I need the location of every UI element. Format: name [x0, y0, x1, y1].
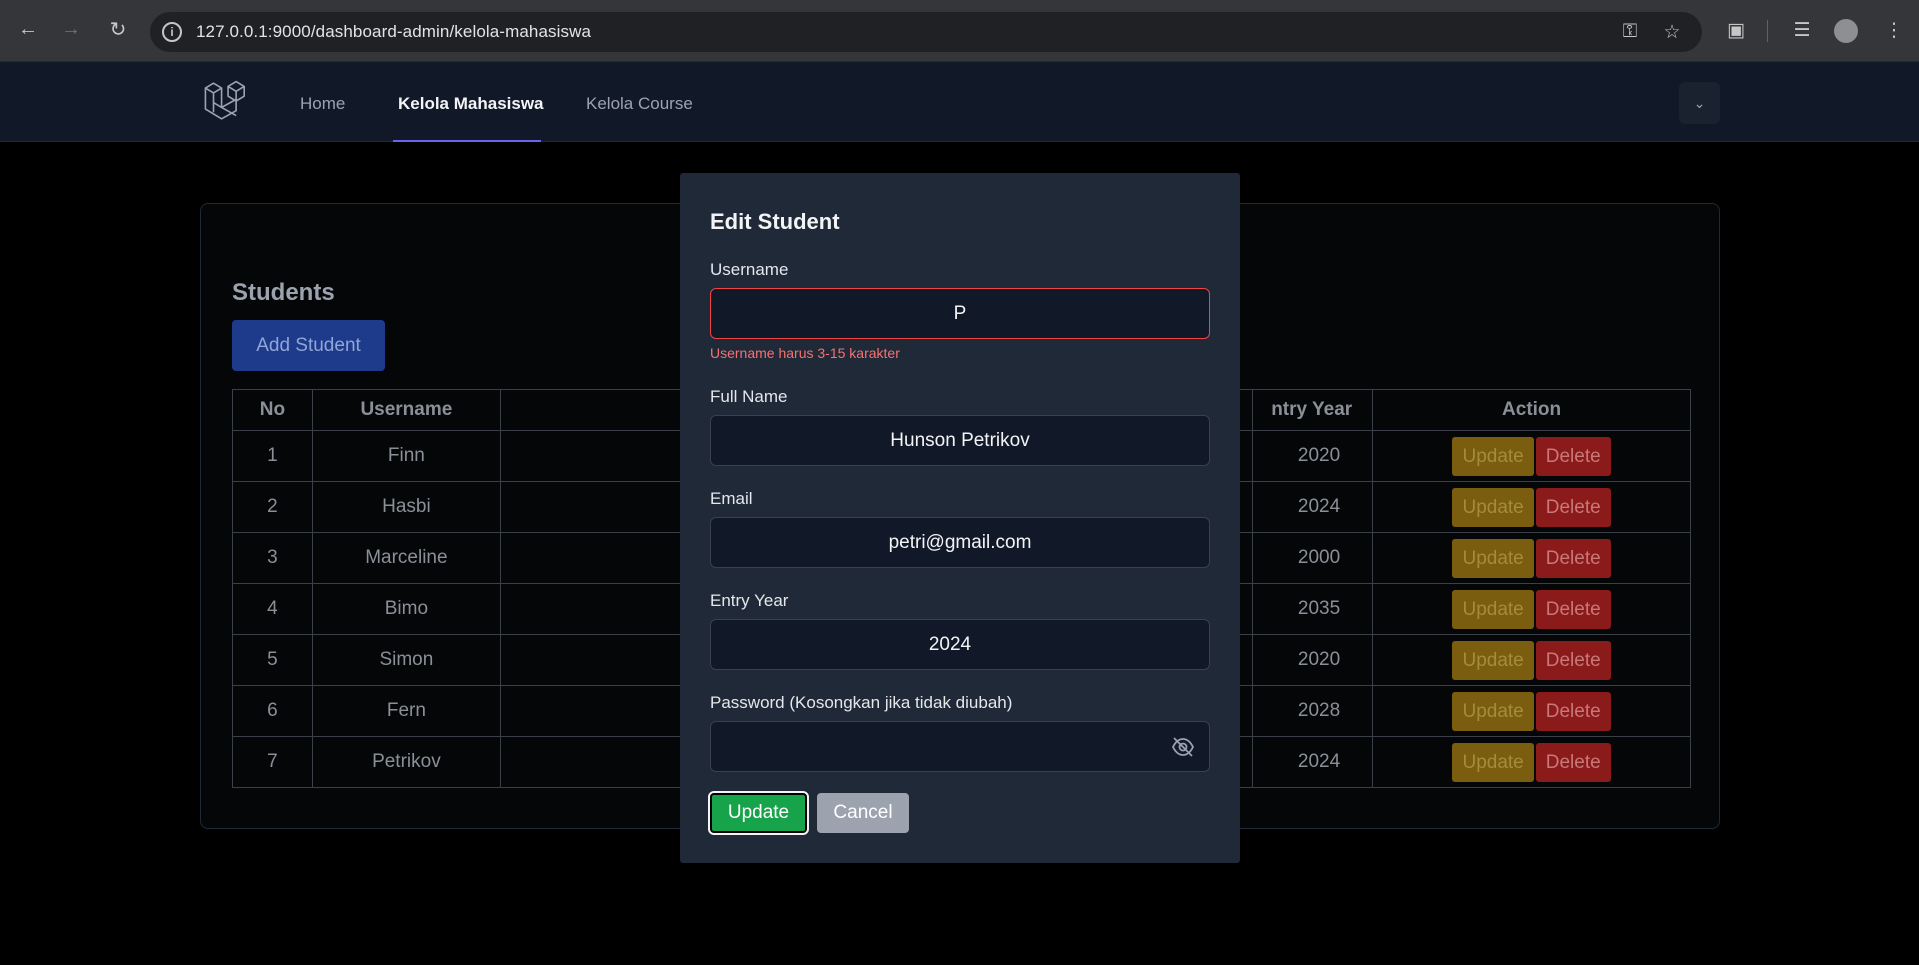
profile-avatar[interactable]: [1834, 19, 1858, 43]
row-update-button[interactable]: Update: [1452, 538, 1534, 578]
email-label: Email: [710, 489, 753, 508]
full-name-value: Hunson Petrikov: [890, 429, 1030, 451]
site-info-icon[interactable]: i: [162, 22, 182, 42]
cell-action: Update Delete: [1372, 532, 1691, 584]
col-entry-year: ntry Year: [1252, 389, 1374, 431]
laravel-logo-icon[interactable]: [203, 80, 245, 122]
url-text[interactable]: 127.0.0.1:9000/dashboard-admin/kelola-ma…: [196, 22, 591, 42]
full-name-field[interactable]: Hunson Petrikov: [710, 415, 1210, 466]
nav-home[interactable]: Home: [300, 94, 345, 114]
reload-icon[interactable]: ↻: [103, 14, 133, 44]
cell-no: 1: [232, 430, 313, 482]
browser-toolbar: ← → ↻ i 127.0.0.1:9000/dashboard-admin/k…: [0, 0, 1919, 62]
cell-username: Finn: [311, 430, 501, 482]
cell-entry-year: 2035: [1252, 583, 1374, 635]
cell-username: Fern: [311, 685, 501, 737]
cell-action: Update Delete: [1372, 634, 1691, 686]
row-delete-button[interactable]: Delete: [1535, 589, 1611, 629]
back-icon[interactable]: ←: [13, 14, 43, 44]
username-value: P: [953, 302, 967, 324]
cell-entry-year: 2024: [1252, 736, 1374, 788]
cell-username: Marceline: [311, 532, 501, 584]
cell-username: Simon: [311, 634, 501, 686]
username-field[interactable]: P: [710, 288, 1210, 339]
row-update-button[interactable]: Update: [1452, 487, 1534, 527]
cell-no: 3: [232, 532, 313, 584]
cell-no: 4: [232, 583, 313, 635]
col-no: No: [232, 389, 313, 431]
app-navbar: Home Kelola Mahasiswa Kelola Course: [0, 62, 1919, 142]
menu-kebab-icon[interactable]: ⋮: [1880, 16, 1908, 44]
password-key-icon[interactable]: ⚿: [1618, 20, 1642, 44]
cell-action: Update Delete: [1372, 583, 1691, 635]
cell-no: 6: [232, 685, 313, 737]
extensions-icon[interactable]: ▣: [1722, 16, 1750, 44]
cell-username: Bimo: [311, 583, 501, 635]
toolbar-divider: [1767, 20, 1768, 42]
entry-year-value: 2024: [928, 633, 972, 655]
entry-year-label: Entry Year: [710, 591, 789, 610]
email-field[interactable]: petri@gmail.com: [710, 517, 1210, 568]
row-delete-button[interactable]: Delete: [1535, 538, 1611, 578]
row-delete-button[interactable]: Delete: [1535, 487, 1611, 527]
nav-kelola-course[interactable]: Kelola Course: [586, 94, 693, 114]
row-delete-button[interactable]: Delete: [1535, 742, 1611, 782]
cell-username: Petrikov: [311, 736, 501, 788]
password-label: Password (Kosongkan jika tidak diubah): [710, 693, 1013, 712]
row-update-button[interactable]: Update: [1452, 742, 1534, 782]
cell-entry-year: 2020: [1252, 634, 1374, 686]
cell-action: Update Delete: [1372, 736, 1691, 788]
cell-username: Hasbi: [311, 481, 501, 533]
edit-student-modal: Edit Student Username P Username harus 3…: [680, 173, 1240, 863]
address-bar[interactable]: i 127.0.0.1:9000/dashboard-admin/kelola-…: [150, 12, 1702, 52]
cancel-button[interactable]: Cancel: [817, 793, 909, 833]
eye-slash-icon[interactable]: [1171, 736, 1195, 758]
students-title: Students: [232, 279, 335, 306]
cell-no: 5: [232, 634, 313, 686]
row-delete-button[interactable]: Delete: [1535, 640, 1611, 680]
row-update-button[interactable]: Update: [1452, 589, 1534, 629]
cell-action: Update Delete: [1372, 685, 1691, 737]
row-delete-button[interactable]: Delete: [1535, 436, 1611, 476]
update-button[interactable]: Update: [708, 791, 809, 835]
username-label: Username: [710, 260, 789, 279]
password-field[interactable]: [710, 721, 1210, 772]
cell-no: 2: [232, 481, 313, 533]
cell-entry-year: 2000: [1252, 532, 1374, 584]
col-username: Username: [311, 389, 501, 431]
nav-kelola-mahasiswa[interactable]: Kelola Mahasiswa: [398, 94, 544, 114]
entry-year-field[interactable]: 2024: [710, 619, 1210, 670]
row-update-button[interactable]: Update: [1452, 640, 1534, 680]
add-student-button[interactable]: Add Student: [232, 320, 385, 371]
active-nav-indicator: [393, 140, 541, 142]
cell-action: Update Delete: [1372, 430, 1691, 482]
cell-entry-year: 2028: [1252, 685, 1374, 737]
col-action: Action: [1372, 389, 1691, 431]
cell-no: 7: [232, 736, 313, 788]
row-update-button[interactable]: Update: [1452, 436, 1534, 476]
bookmark-star-icon[interactable]: ☆: [1660, 20, 1684, 44]
cell-entry-year: 2020: [1252, 430, 1374, 482]
cell-action: Update Delete: [1372, 481, 1691, 533]
user-dropdown-button[interactable]: ⌄: [1679, 82, 1720, 124]
media-controls-icon[interactable]: ☰: [1788, 16, 1816, 44]
username-error: Username harus 3-15 karakter: [710, 345, 900, 361]
row-update-button[interactable]: Update: [1452, 691, 1534, 731]
row-delete-button[interactable]: Delete: [1535, 691, 1611, 731]
modal-title: Edit Student: [710, 209, 840, 234]
cell-entry-year: 2024: [1252, 481, 1374, 533]
chevron-down-icon: ⌄: [1693, 94, 1706, 111]
full-name-label: Full Name: [710, 387, 788, 406]
email-value: petri@gmail.com: [888, 531, 1032, 553]
forward-icon[interactable]: →: [56, 14, 86, 44]
